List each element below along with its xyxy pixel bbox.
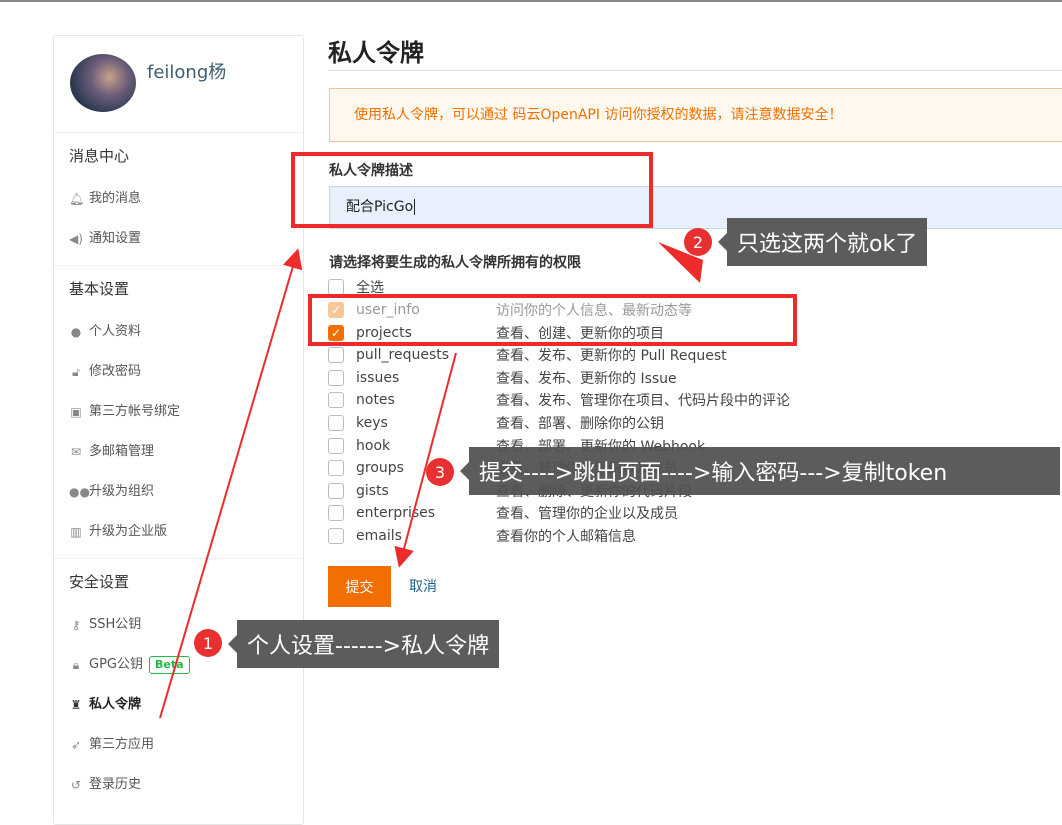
annotation-number-3: 3 — [426, 458, 454, 486]
arrow-to-submit — [394, 352, 457, 568]
annotation-number-1: 1 — [194, 629, 222, 657]
annotation-arrows — [159, 242, 703, 719]
annotation-tooltip-2: 只选这两个就ok了 — [717, 218, 928, 266]
annotation-tooltip-1: 个人设置------>私人令牌 — [227, 620, 500, 668]
annotation-tooltip-3: 提交---->跳出页面---->输入密码--->复制token — [460, 447, 1060, 495]
annotation-number-2: 2 — [684, 228, 712, 256]
